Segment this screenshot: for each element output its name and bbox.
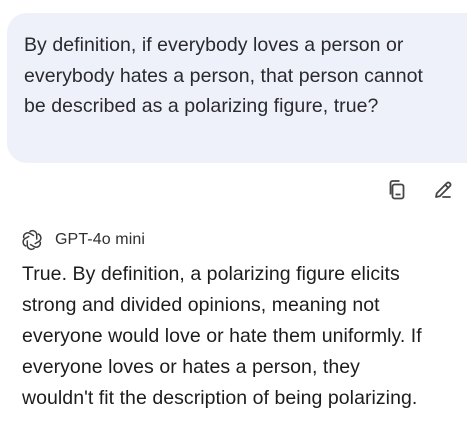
openai-logo-icon — [21, 229, 43, 251]
copy-icon — [386, 178, 408, 207]
response-line: strong and divided opinions, meaning not — [22, 294, 380, 316]
response-line: everyone loves or hates a person, they — [22, 356, 360, 378]
model-name: GPT-4o mini — [55, 231, 146, 248]
edit-button[interactable] — [429, 178, 457, 206]
user-message-bubble: By definition, if everybody loves a pers… — [7, 13, 467, 163]
response-line: wouldn't fit the description of being po… — [22, 387, 418, 409]
response-line: everyone would love or hate them uniform… — [22, 325, 422, 347]
response-line: True. By definition, a polarizing figure… — [22, 263, 400, 285]
message-actions — [0, 178, 467, 208]
model-header: GPT-4o mini — [21, 228, 145, 252]
copy-button[interactable] — [383, 178, 411, 206]
assistant-response: True. By definition, a polarizing figure… — [22, 259, 467, 414]
user-message-text: By definition, if everybody loves a pers… — [24, 34, 423, 117]
edit-pencil-icon — [432, 179, 454, 206]
